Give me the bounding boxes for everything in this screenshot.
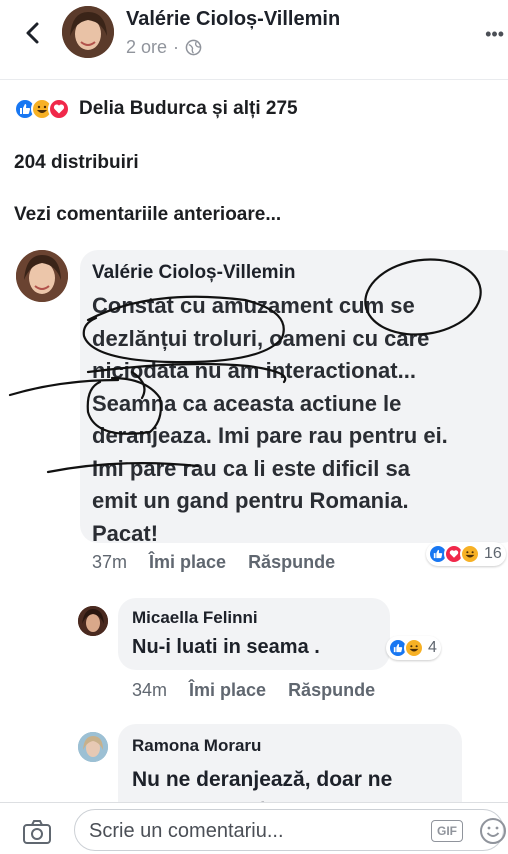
comment-input[interactable]: Scrie un comentariu... GIF bbox=[74, 809, 507, 851]
reply-comment-button[interactable]: Răspunde bbox=[248, 552, 335, 573]
haha-icon bbox=[404, 638, 424, 658]
comment-line: dezlănțui troluri, oameni cu care bbox=[92, 325, 430, 351]
post-meta: 2 ore · bbox=[126, 37, 202, 58]
commenter-avatar[interactable] bbox=[16, 250, 68, 302]
camera-icon[interactable] bbox=[22, 819, 52, 845]
back-arrow-icon[interactable] bbox=[18, 18, 48, 48]
comment-author[interactable]: Ramona Moraru bbox=[132, 736, 261, 756]
like-comment-button[interactable]: Îmi place bbox=[149, 552, 226, 573]
post-header: Valérie Cioloș-Villemin 2 ore · ••• bbox=[0, 0, 508, 80]
comment-author[interactable]: Valérie Cioloș-Villemin bbox=[92, 262, 295, 284]
comment-line: Seamna ca aceasta actiune le bbox=[92, 390, 402, 416]
reaction-count: 16 bbox=[484, 545, 502, 562]
reactions-summary-text: Delia Budurca și alți 275 bbox=[79, 98, 298, 119]
commenter-avatar[interactable] bbox=[78, 606, 108, 636]
comment-line: Imi pare rau ca li este dificil sa bbox=[92, 455, 410, 481]
comment-line: Nu ne deranjează, doar ne bbox=[132, 768, 393, 791]
comment-time: 34m bbox=[132, 680, 168, 700]
comment-reaction-count[interactable]: 16 bbox=[426, 542, 506, 566]
love-icon bbox=[48, 98, 70, 120]
comment-author[interactable]: Micaella Felinni bbox=[132, 608, 258, 628]
globe-icon bbox=[185, 39, 202, 56]
comment-line: niciodata nu am interactionat... bbox=[92, 358, 416, 383]
haha-icon bbox=[460, 544, 480, 564]
meta-separator: · bbox=[173, 37, 180, 57]
more-options-icon[interactable]: ••• bbox=[485, 24, 504, 45]
reactions-summary[interactable]: Delia Budurca și alți 275 bbox=[14, 98, 298, 120]
post-author-name[interactable]: Valérie Cioloș-Villemin bbox=[126, 8, 340, 31]
commenter-avatar[interactable] bbox=[78, 732, 108, 762]
view-previous-comments[interactable]: Vezi comentariile anterioare... bbox=[14, 204, 281, 226]
comment-text: Nu-i luati in seama . bbox=[132, 636, 320, 658]
reaction-icons bbox=[14, 98, 70, 120]
comment-line: deranjeaza. Imi pare rau pentru ei. bbox=[92, 423, 448, 448]
reply-comment-button[interactable]: Răspunde bbox=[288, 680, 375, 701]
reaction-count: 4 bbox=[428, 639, 437, 656]
comment-text: Constat cu amuzament cum se dezlănțui tr… bbox=[92, 290, 508, 550]
comment-input-placeholder: Scrie un comentariu... bbox=[89, 820, 284, 842]
comment-bubble: Valérie Cioloș-Villemin Constat cu amuza… bbox=[80, 250, 508, 546]
comment-actions: 37m Îmi place Răspunde bbox=[92, 552, 335, 573]
shares-count[interactable]: 204 distribuiri bbox=[14, 152, 139, 174]
gif-button[interactable]: GIF bbox=[431, 820, 463, 842]
comment-reaction-count[interactable]: 4 bbox=[386, 636, 441, 660]
comment-line: emit un gand pentru Romania. bbox=[92, 488, 409, 513]
comment-line: Constat cu amuzament cum se bbox=[92, 293, 415, 318]
post-time: 2 ore bbox=[126, 37, 168, 57]
emoji-icon[interactable] bbox=[479, 817, 507, 845]
comment-time: 37m bbox=[92, 552, 128, 572]
like-comment-button[interactable]: Îmi place bbox=[189, 680, 266, 701]
comment-bubble: Micaella Felinni Nu-i luati in seama . bbox=[118, 598, 390, 670]
comment-actions: 34m Îmi place Răspunde bbox=[132, 680, 375, 701]
comment-composer: Scrie un comentariu... GIF bbox=[0, 802, 508, 854]
author-avatar[interactable] bbox=[62, 6, 114, 58]
